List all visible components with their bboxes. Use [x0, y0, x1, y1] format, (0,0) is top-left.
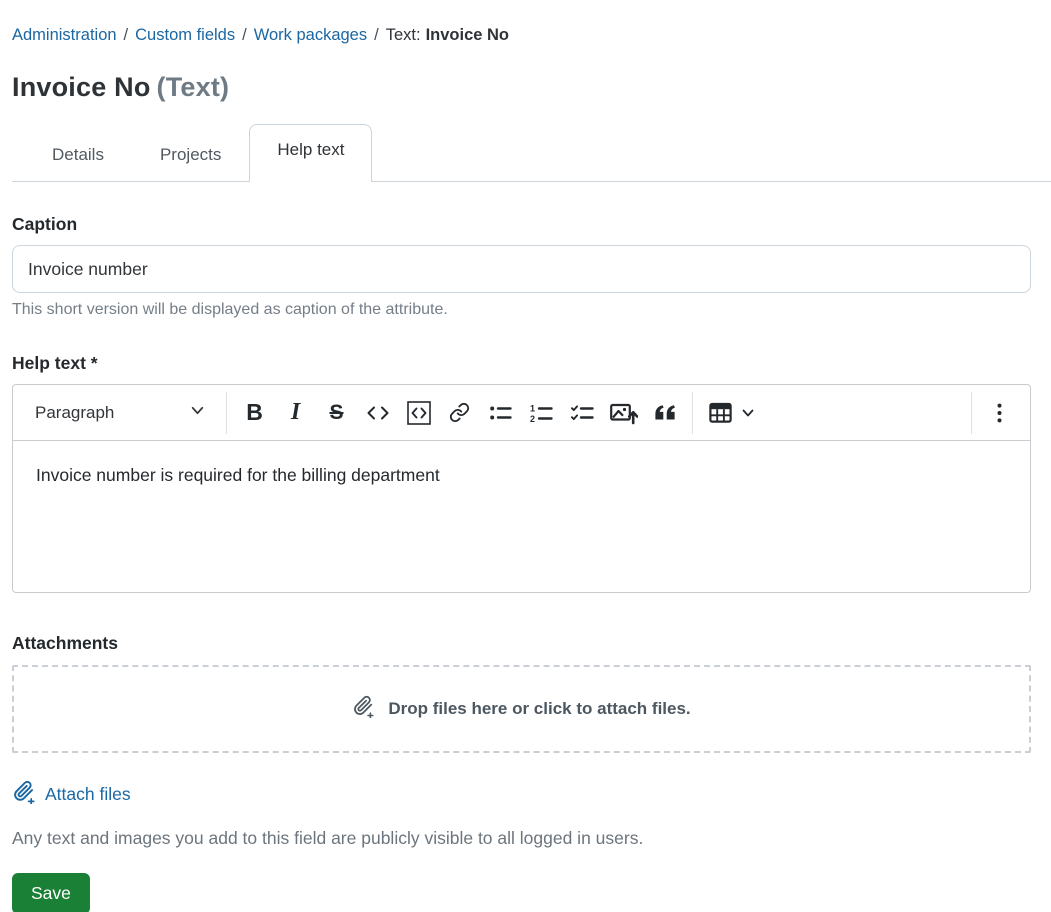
- code-block-icon: [406, 400, 432, 426]
- block-quote-button[interactable]: [644, 393, 685, 433]
- code-block-button[interactable]: [398, 393, 439, 433]
- attachments-dropzone[interactable]: Drop files here or click to attach files…: [12, 665, 1031, 753]
- toolbar-divider: [692, 391, 693, 434]
- visibility-notice: Any text and images you add to this fiel…: [12, 828, 644, 848]
- tab-projects[interactable]: Projects: [132, 129, 249, 181]
- inline-code-icon: [366, 405, 390, 421]
- task-list-button[interactable]: [562, 393, 603, 433]
- paragraph-style-dropdown[interactable]: Paragraph: [23, 393, 219, 433]
- attach-files-link[interactable]: Attach files: [12, 780, 131, 809]
- bulleted-list-icon: [489, 403, 512, 423]
- inline-code-button[interactable]: [357, 393, 398, 433]
- bold-button[interactable]: B: [234, 393, 275, 433]
- toolbar-divider: [226, 391, 227, 434]
- chevron-down-icon: [741, 406, 755, 420]
- editor-paragraph: Invoice number is required for the billi…: [36, 465, 440, 485]
- attach-files-label: Attach files: [45, 784, 131, 804]
- breadcrumb-separator: /: [242, 26, 247, 44]
- image-upload-button[interactable]: [603, 393, 644, 433]
- svg-text:1: 1: [530, 403, 535, 413]
- more-options-kebab-icon: [996, 403, 1003, 423]
- toolbar-divider: [971, 391, 972, 434]
- paragraph-style-value: Paragraph: [35, 402, 115, 422]
- help-text-label: Help text *: [12, 353, 98, 373]
- editor-toolbar: Paragraph B I S 1 2: [13, 385, 1030, 441]
- dropzone-text: Drop files here or click to attach files…: [388, 699, 691, 718]
- attachments-label: Attachments: [12, 633, 118, 653]
- tab-details[interactable]: Details: [24, 129, 132, 181]
- tab-bar: Details Projects Help text: [12, 124, 1051, 182]
- rich-text-editor: Paragraph B I S 1 2 Invoice number is re…: [12, 384, 1031, 593]
- breadcrumb: Administration / Custom fields / Work packag…: [12, 24, 1031, 46]
- link-button[interactable]: [439, 393, 480, 433]
- page-title-name: Invoice No: [12, 72, 151, 102]
- paperclip-plus-icon: [12, 780, 36, 809]
- breadcrumb-type-prefix: Text:: [385, 26, 421, 44]
- caption-input[interactable]: [12, 245, 1031, 293]
- page-title-type: (Text): [156, 72, 230, 102]
- task-list-icon: [571, 403, 594, 423]
- custom-field-admin-page: Administration / Custom fields / Work packag…: [0, 0, 1051, 912]
- block-quote-icon: [654, 404, 676, 421]
- caption-hint: This short version will be displayed as …: [12, 301, 448, 318]
- bulleted-list-button[interactable]: [480, 393, 521, 433]
- breadcrumb-current-item: Invoice No: [425, 26, 509, 44]
- breadcrumb-link-administration[interactable]: Administration: [12, 26, 117, 44]
- italic-button[interactable]: I: [275, 393, 316, 433]
- caption-label: Caption: [12, 214, 78, 234]
- paperclip-plus-icon: [352, 695, 375, 723]
- help-text-form: Caption This short version will be displ…: [12, 214, 1031, 912]
- tab-help-text[interactable]: Help text: [249, 124, 373, 182]
- breadcrumb-link-custom-fields[interactable]: Custom fields: [135, 26, 235, 44]
- more-options-button[interactable]: [979, 393, 1020, 433]
- strikethrough-button[interactable]: S: [316, 393, 357, 433]
- strikethrough-icon: S: [329, 400, 344, 424]
- editor-content-area[interactable]: Invoice number is required for the billi…: [13, 441, 1030, 592]
- numbered-list-button[interactable]: 12: [521, 393, 562, 433]
- breadcrumb-link-work-packages[interactable]: Work packages: [254, 26, 367, 44]
- italic-icon: I: [290, 399, 301, 425]
- page-title: Invoice No (Text): [12, 72, 1031, 103]
- breadcrumb-separator: /: [123, 26, 129, 44]
- insert-table-icon: [709, 402, 732, 423]
- svg-text:2: 2: [530, 414, 535, 423]
- insert-table-button[interactable]: [700, 393, 764, 433]
- breadcrumb-separator: /: [374, 26, 379, 44]
- chevron-down-icon: [190, 403, 205, 423]
- save-button[interactable]: Save: [12, 873, 90, 912]
- numbered-list-icon: 12: [530, 403, 553, 423]
- link-icon: [449, 402, 470, 423]
- bold-icon: B: [246, 399, 263, 425]
- image-upload-icon: [609, 401, 638, 425]
